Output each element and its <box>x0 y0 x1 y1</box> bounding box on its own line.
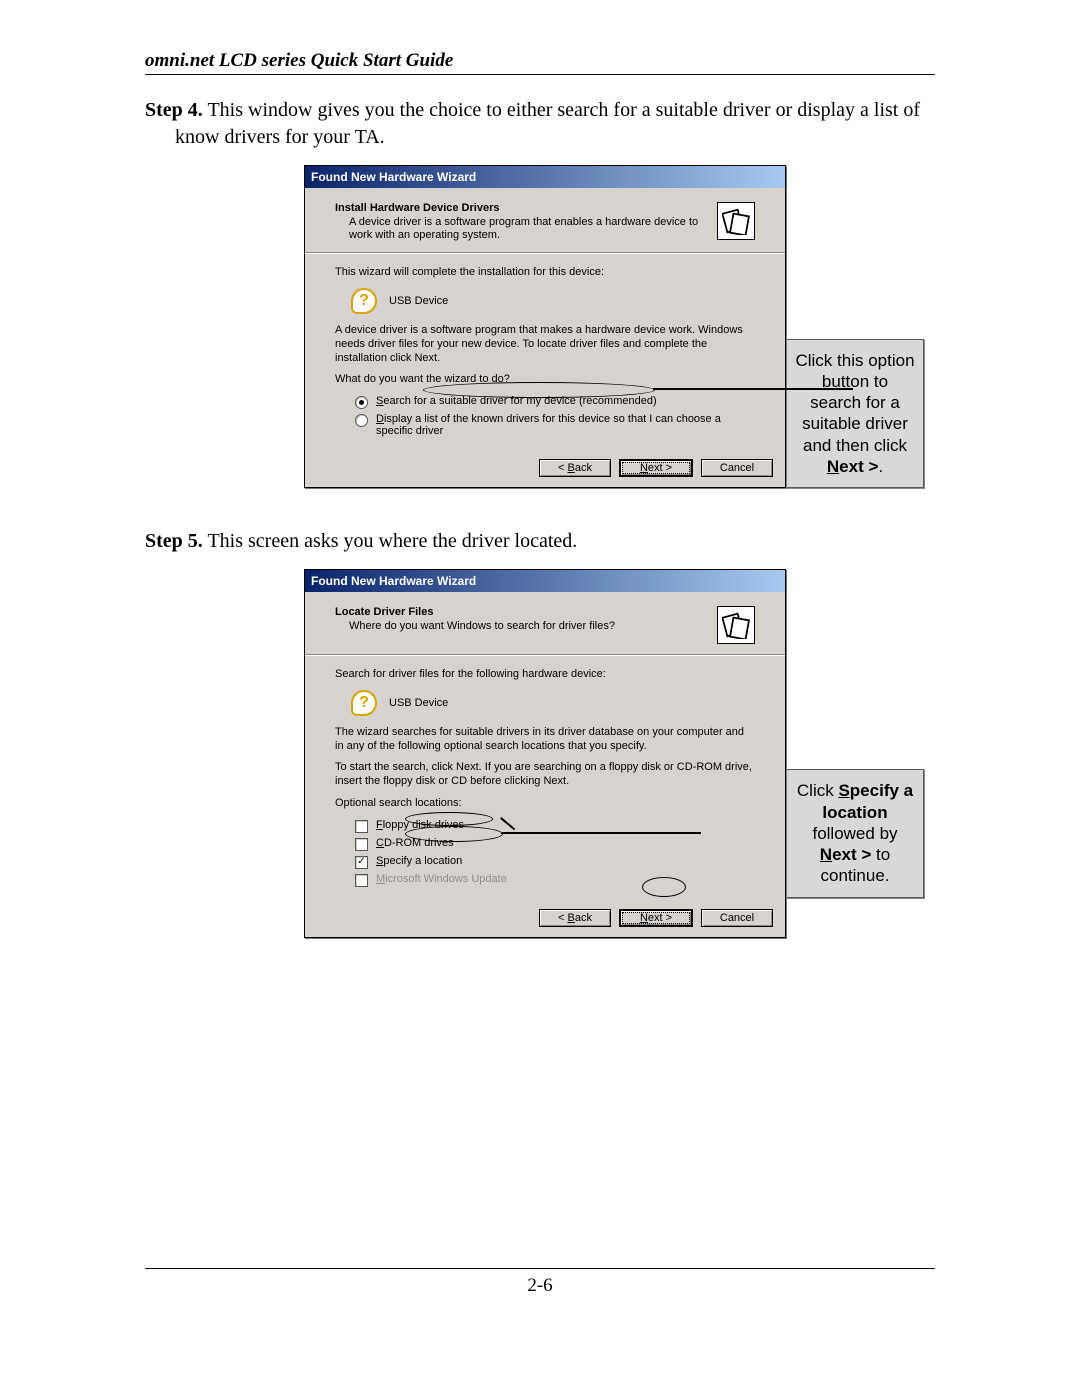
dialog-heading: Locate Driver Files <box>335 606 711 618</box>
back-button[interactable]: < Back <box>539 459 611 477</box>
next-button[interactable]: Next > <box>619 909 693 927</box>
dialog-text: To start the search, click Next. If you … <box>335 761 755 789</box>
callout-step5: Click Specify a location followed by Nex… <box>786 769 924 897</box>
back-button[interactable]: < Back <box>539 909 611 927</box>
step4-text: Step 4. This window gives you the choice… <box>145 97 935 151</box>
mnemonic: M <box>376 873 385 885</box>
checkbox-icon <box>355 838 368 851</box>
mnemonic: F <box>376 819 383 831</box>
radio-search-driver[interactable]: Search for a suitable driver for my devi… <box>355 395 755 409</box>
radio-label: isplay a list of the known drivers for t… <box>376 413 721 437</box>
radio-icon <box>355 414 368 427</box>
cancel-button[interactable]: Cancel <box>701 459 773 477</box>
checkbox-windows-update: Microsoft Windows Update <box>355 873 755 887</box>
next-button[interactable]: Next > <box>619 459 693 477</box>
device-icon <box>717 606 755 644</box>
dialog-heading: Install Hardware Device Drivers <box>335 202 711 214</box>
dialog-locate-driver-files: Found New Hardware Wizard Locate Driver … <box>304 569 786 938</box>
step4-body: This window gives you the choice to eith… <box>175 99 920 148</box>
checkbox-icon <box>355 856 368 869</box>
page-number: 2-6 <box>145 1268 935 1297</box>
checkbox-floppy[interactable]: Floppy disk drives <box>355 819 755 833</box>
radio-label: earch for a suitable driver for my devic… <box>383 395 656 407</box>
step5-body: This screen asks you where the driver lo… <box>207 530 577 552</box>
dialog-subheading: Where do you want Windows to search for … <box>335 620 711 633</box>
step5-label: Step 5. <box>145 530 203 552</box>
cancel-button[interactable]: Cancel <box>701 909 773 927</box>
question-icon: ? <box>351 288 377 314</box>
checkbox-label: icrosoft Windows Update <box>385 873 507 885</box>
page-title: omni.net LCD series Quick Start Guide <box>145 50 935 75</box>
checkbox-icon <box>355 874 368 887</box>
callout-step4: Click this option button to search for a… <box>786 339 924 489</box>
figure-step5: Found New Hardware Wizard Locate Driver … <box>145 569 935 938</box>
dialog-text: The wizard searches for suitable drivers… <box>335 726 755 754</box>
question-icon: ? <box>351 690 377 716</box>
checkbox-specify-location[interactable]: Specify a location <box>355 855 755 869</box>
checkbox-cdrom[interactable]: CD-ROM drives <box>355 837 755 851</box>
figure-step4: Found New Hardware Wizard Install Hardwa… <box>145 165 935 488</box>
dialog-text: A device driver is a software program th… <box>335 324 755 365</box>
step4-label: Step 4. <box>145 99 203 121</box>
mnemonic: C <box>376 837 384 849</box>
step5-text: Step 5. This screen asks you where the d… <box>145 528 935 555</box>
radio-display-list[interactable]: Display a list of the known drivers for … <box>355 413 755 437</box>
dialog-text: This wizard will complete the installati… <box>335 266 755 280</box>
device-name: USB Device <box>389 295 448 307</box>
checkbox-label: D-ROM drives <box>384 837 454 849</box>
dialog-text: Optional search locations: <box>335 797 755 811</box>
dialog-install-drivers: Found New Hardware Wizard Install Hardwa… <box>304 165 786 488</box>
device-icon <box>717 202 755 240</box>
dialog-title: Found New Hardware Wizard <box>305 166 785 188</box>
checkbox-label: loppy disk drives <box>383 819 464 831</box>
dialog-title: Found New Hardware Wizard <box>305 570 785 592</box>
checkbox-label: pecify a location <box>383 855 462 867</box>
dialog-text: What do you want the wizard to do? <box>335 373 755 387</box>
dialog-subheading: A device driver is a software program th… <box>335 216 711 242</box>
dialog-text: Search for driver files for the followin… <box>335 668 755 682</box>
device-name: USB Device <box>389 697 448 709</box>
checkbox-icon <box>355 820 368 833</box>
radio-icon <box>355 396 368 409</box>
mnemonic: D <box>376 413 384 425</box>
